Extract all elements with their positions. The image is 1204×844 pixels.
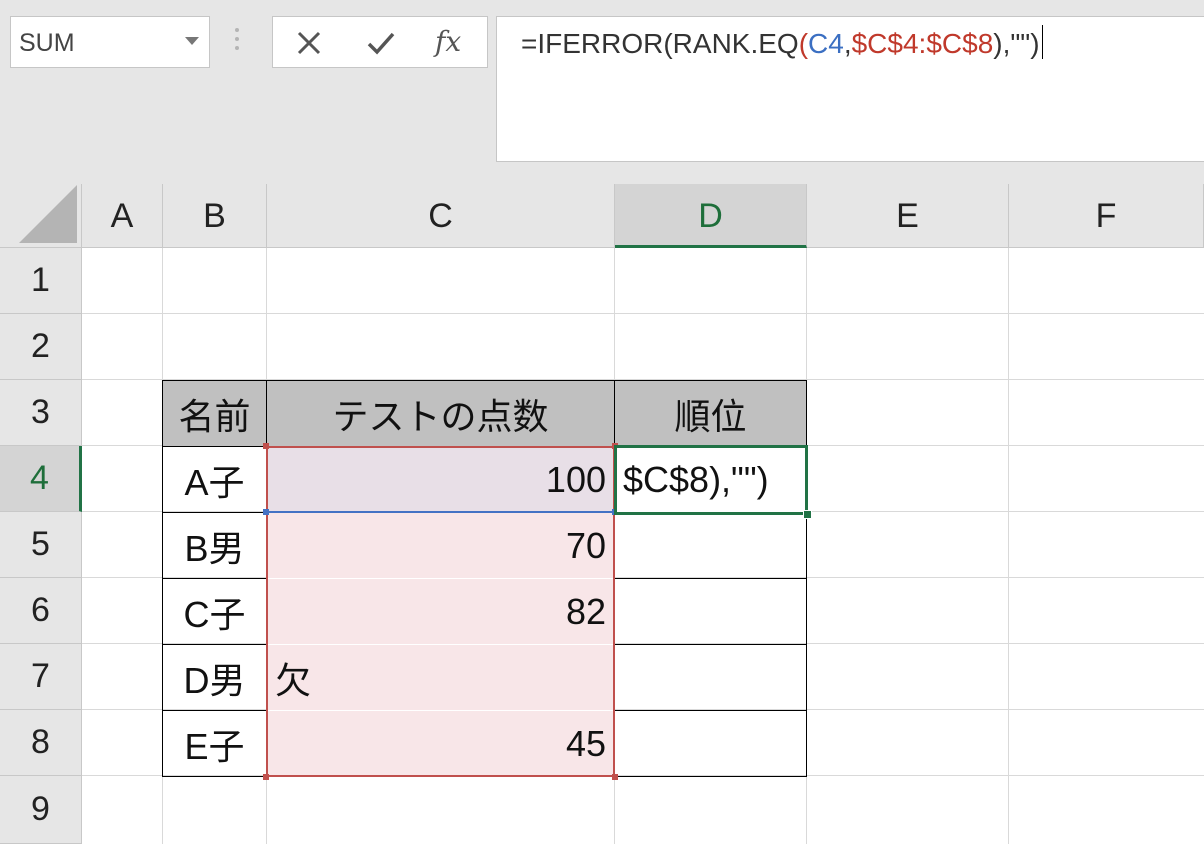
range-handle[interactable] <box>263 443 269 449</box>
cell-d5[interactable] <box>614 512 807 579</box>
column-header-c[interactable]: C <box>267 184 615 248</box>
gridline <box>1008 248 1009 844</box>
insert-function-button[interactable]: fx <box>435 25 461 58</box>
cell-b3[interactable]: 名前 <box>162 380 267 447</box>
cell-c7[interactable]: 欠 <box>267 645 614 710</box>
cell-b4[interactable]: A子 <box>162 446 267 513</box>
cell-d3[interactable]: 順位 <box>614 380 807 447</box>
row-header-5[interactable]: 5 <box>0 512 82 578</box>
range-handle[interactable] <box>263 509 269 515</box>
cell-d8[interactable] <box>614 710 807 777</box>
name-box[interactable]: SUM <box>10 16 210 68</box>
row-header-1[interactable]: 1 <box>0 248 82 314</box>
cell-d6[interactable] <box>614 578 807 645</box>
drag-handle-icon[interactable] <box>234 28 240 54</box>
select-all-icon <box>19 185 77 243</box>
cell-c6[interactable]: 82 <box>267 579 614 644</box>
cell-d4-active[interactable]: $C$8),"") <box>614 445 808 515</box>
fill-handle[interactable] <box>803 510 812 519</box>
cell-c3[interactable]: テストの点数 <box>266 380 615 447</box>
cancel-button[interactable] <box>289 26 329 60</box>
cell-c8[interactable]: 45 <box>267 711 614 776</box>
gridline <box>82 313 1204 314</box>
row-header-3[interactable]: 3 <box>0 380 82 446</box>
formula-buttons: fx <box>272 16 488 68</box>
column-header-d[interactable]: D <box>615 184 807 248</box>
formula-suffix: ),"") <box>993 28 1040 59</box>
cell-b8[interactable]: E子 <box>162 710 267 777</box>
formula-paren: ( <box>798 28 809 59</box>
row-header-9[interactable]: 9 <box>0 776 82 844</box>
row-header-4[interactable]: 4 <box>0 446 82 512</box>
row-header-7[interactable]: 7 <box>0 644 82 710</box>
cell-c5[interactable]: 70 <box>267 513 614 578</box>
row-header-8[interactable]: 8 <box>0 710 82 776</box>
formula-text: =IFERROR(RANK.EQ(C4,$C$4:$C$8),"") <box>521 25 1043 60</box>
cell-b5[interactable]: B男 <box>162 512 267 579</box>
column-header-f[interactable]: F <box>1009 184 1204 248</box>
name-box-value: SUM <box>19 29 75 57</box>
cell-c4[interactable]: 100 <box>267 447 614 512</box>
formula-prefix: =IFERROR(RANK.EQ <box>521 28 799 59</box>
row-header-2[interactable]: 2 <box>0 314 82 380</box>
cell-b7[interactable]: D男 <box>162 644 267 711</box>
row-header-6[interactable]: 6 <box>0 578 82 644</box>
cell-b6[interactable]: C子 <box>162 578 267 645</box>
formula-comma: , <box>843 28 852 59</box>
formula-input[interactable]: =IFERROR(RANK.EQ(C4,$C$4:$C$8),"") <box>496 16 1204 162</box>
column-header-e[interactable]: E <box>807 184 1009 248</box>
cell-d7[interactable] <box>614 644 807 711</box>
range-handle[interactable] <box>612 774 618 780</box>
column-header-b[interactable]: B <box>163 184 267 248</box>
cancel-icon <box>297 31 321 55</box>
text-cursor <box>1041 25 1043 59</box>
check-icon <box>367 32 395 55</box>
formula-ref-range: $C$4:$C$8 <box>851 28 994 59</box>
column-header-a[interactable]: A <box>82 184 163 248</box>
formula-bar-area: SUM fx =IFERROR(RANK.EQ(C4,$C$4:$C$8),""… <box>0 0 1204 184</box>
formula-ref-c4: C4 <box>808 28 844 59</box>
chevron-down-icon[interactable] <box>185 37 199 45</box>
enter-button[interactable] <box>361 26 401 60</box>
select-all-button[interactable] <box>0 184 82 248</box>
range-handle[interactable] <box>263 774 269 780</box>
